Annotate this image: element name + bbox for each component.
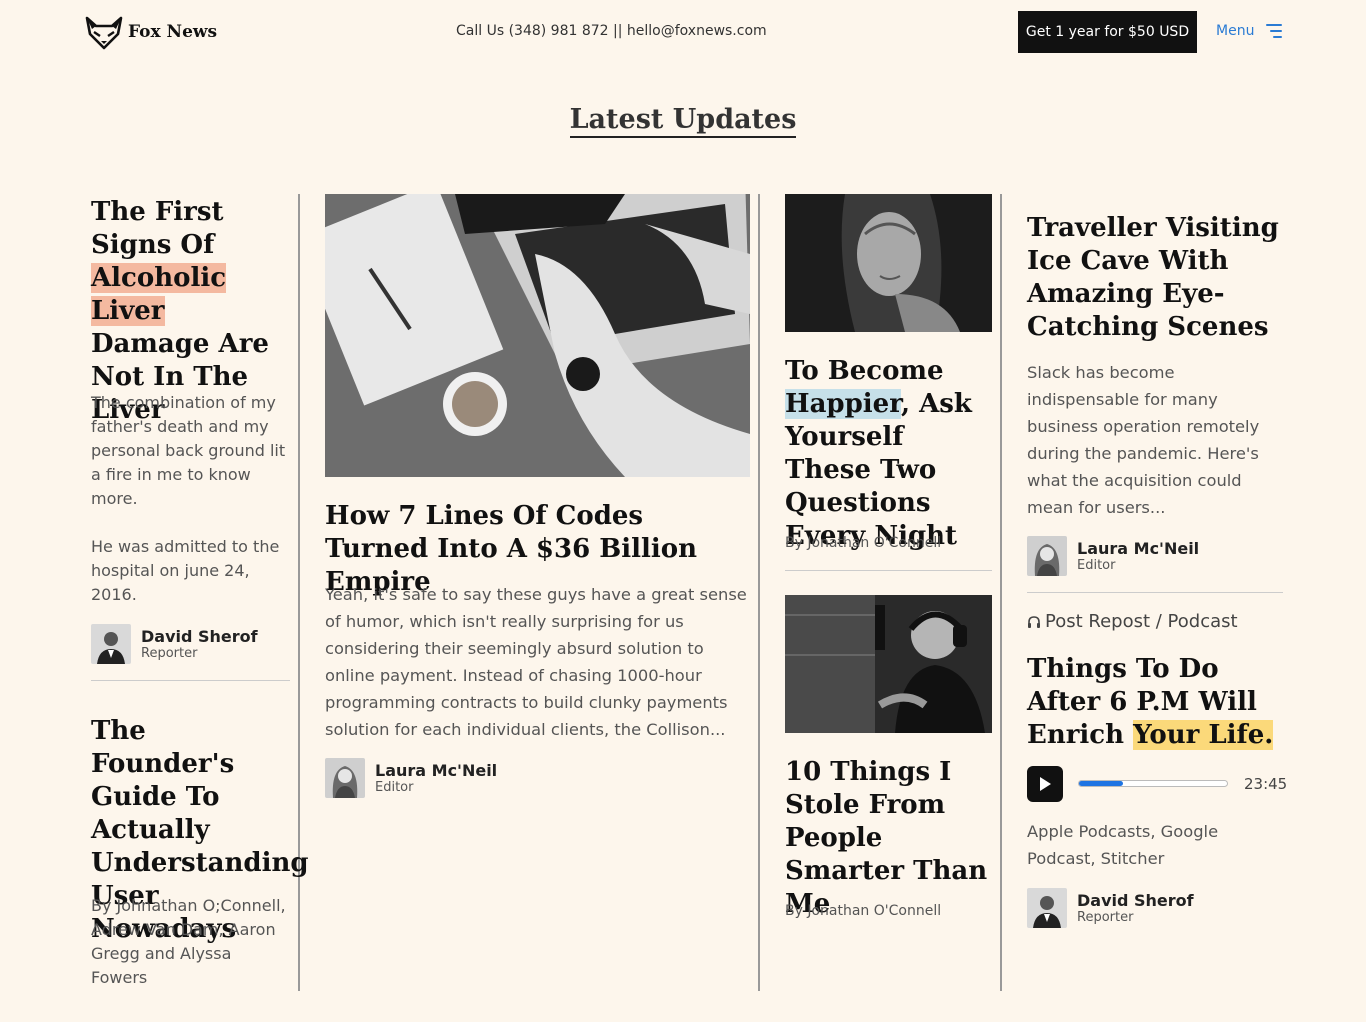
play-button[interactable] [1027, 766, 1063, 802]
article-image-portrait[interactable] [785, 194, 992, 332]
section-heading: Latest Updates [569, 104, 797, 138]
brand-logo[interactable]: Fox News [84, 12, 217, 52]
article-excerpt: Slack has become indispensable for many … [1027, 363, 1260, 517]
article-title[interactable]: 10 Things I Stole From People Smarter Th… [785, 756, 995, 921]
podcast-category-label: Post Repost / Podcast [1045, 611, 1238, 632]
avatar [91, 624, 131, 664]
article-byline: By Jonathan O'Connell [785, 535, 942, 551]
audio-duration: 23:45 [1244, 775, 1288, 793]
article-excerpt: He was admitted to the hospital on june … [91, 537, 280, 604]
brand-name: Fox News [128, 22, 218, 42]
contact-info: Call Us (348) 981 872 || hello@foxnews.c… [456, 23, 767, 39]
article-byline: By Jonathan O'Connell [785, 903, 942, 919]
podcast-platforms: Apple Podcasts, Google Podcast, Stitcher [1027, 822, 1219, 868]
avatar [1027, 888, 1067, 928]
author-role: Editor [1077, 558, 1116, 573]
title-highlight: Your Life. [1133, 720, 1274, 750]
audio-progress-bar[interactable] [1078, 780, 1228, 787]
article-byline: By Johnathan O;Connell, Adrew Van Dam, A… [91, 896, 286, 987]
article-title-text: The First Signs Of [91, 197, 224, 260]
article-image-studio[interactable] [785, 595, 992, 733]
author-name: Laura Mc'Neil [375, 761, 498, 780]
author[interactable]: David Sherof Reporter [91, 624, 258, 664]
author-role: Editor [375, 780, 414, 795]
author[interactable]: David Sherof Reporter [1027, 888, 1194, 928]
menu-button[interactable]: Menu [1216, 23, 1283, 39]
author[interactable]: Laura Mc'Neil Editor [1027, 536, 1199, 576]
section-title: Latest Updates [0, 104, 1366, 138]
divider [785, 570, 992, 571]
menu-label: Menu [1216, 23, 1255, 39]
divider [91, 680, 290, 681]
article-excerpt: The combination of my father's death and… [91, 393, 286, 508]
subscribe-button[interactable]: Get 1 year for $50 USD [1018, 11, 1197, 53]
site-header: Fox News Call Us (348) 981 872 || hello@… [0, 0, 1366, 64]
column-divider [1000, 194, 1002, 991]
author-name: David Sherof [141, 627, 258, 646]
column-divider [758, 194, 760, 991]
audio-progress-fill [1079, 781, 1124, 786]
article-excerpt: Yeah, it's safe to say these guys have a… [325, 585, 747, 739]
podcast-title[interactable]: Things To Do After 6 P.M Will Enrich You… [1027, 653, 1283, 752]
title-highlight: Alcoholic Liver [91, 263, 227, 326]
avatar [1027, 536, 1067, 576]
title-highlight: Happier [785, 389, 901, 419]
headphones-icon [1028, 615, 1040, 628]
author-name: Laura Mc'Neil [1077, 539, 1200, 558]
divider [1027, 592, 1283, 593]
author-name: David Sherof [1077, 891, 1194, 910]
play-icon [1040, 777, 1051, 791]
author-role: Reporter [141, 646, 198, 661]
hamburger-menu-icon [1264, 24, 1283, 38]
author[interactable]: Laura Mc'Neil Editor [325, 758, 497, 798]
avatar [325, 758, 365, 798]
article-title[interactable]: Traveller Visiting Ice Cave With Amazing… [1027, 212, 1283, 344]
article-image-laptop[interactable] [325, 194, 750, 477]
fox-logo-icon [85, 16, 123, 50]
article-title[interactable]: To Become Happier, Ask Yourself These Tw… [785, 355, 992, 553]
article-title-text: To Become [785, 356, 944, 386]
podcast-category[interactable]: Post Repost / Podcast [1027, 611, 1238, 632]
author-role: Reporter [1077, 910, 1134, 925]
